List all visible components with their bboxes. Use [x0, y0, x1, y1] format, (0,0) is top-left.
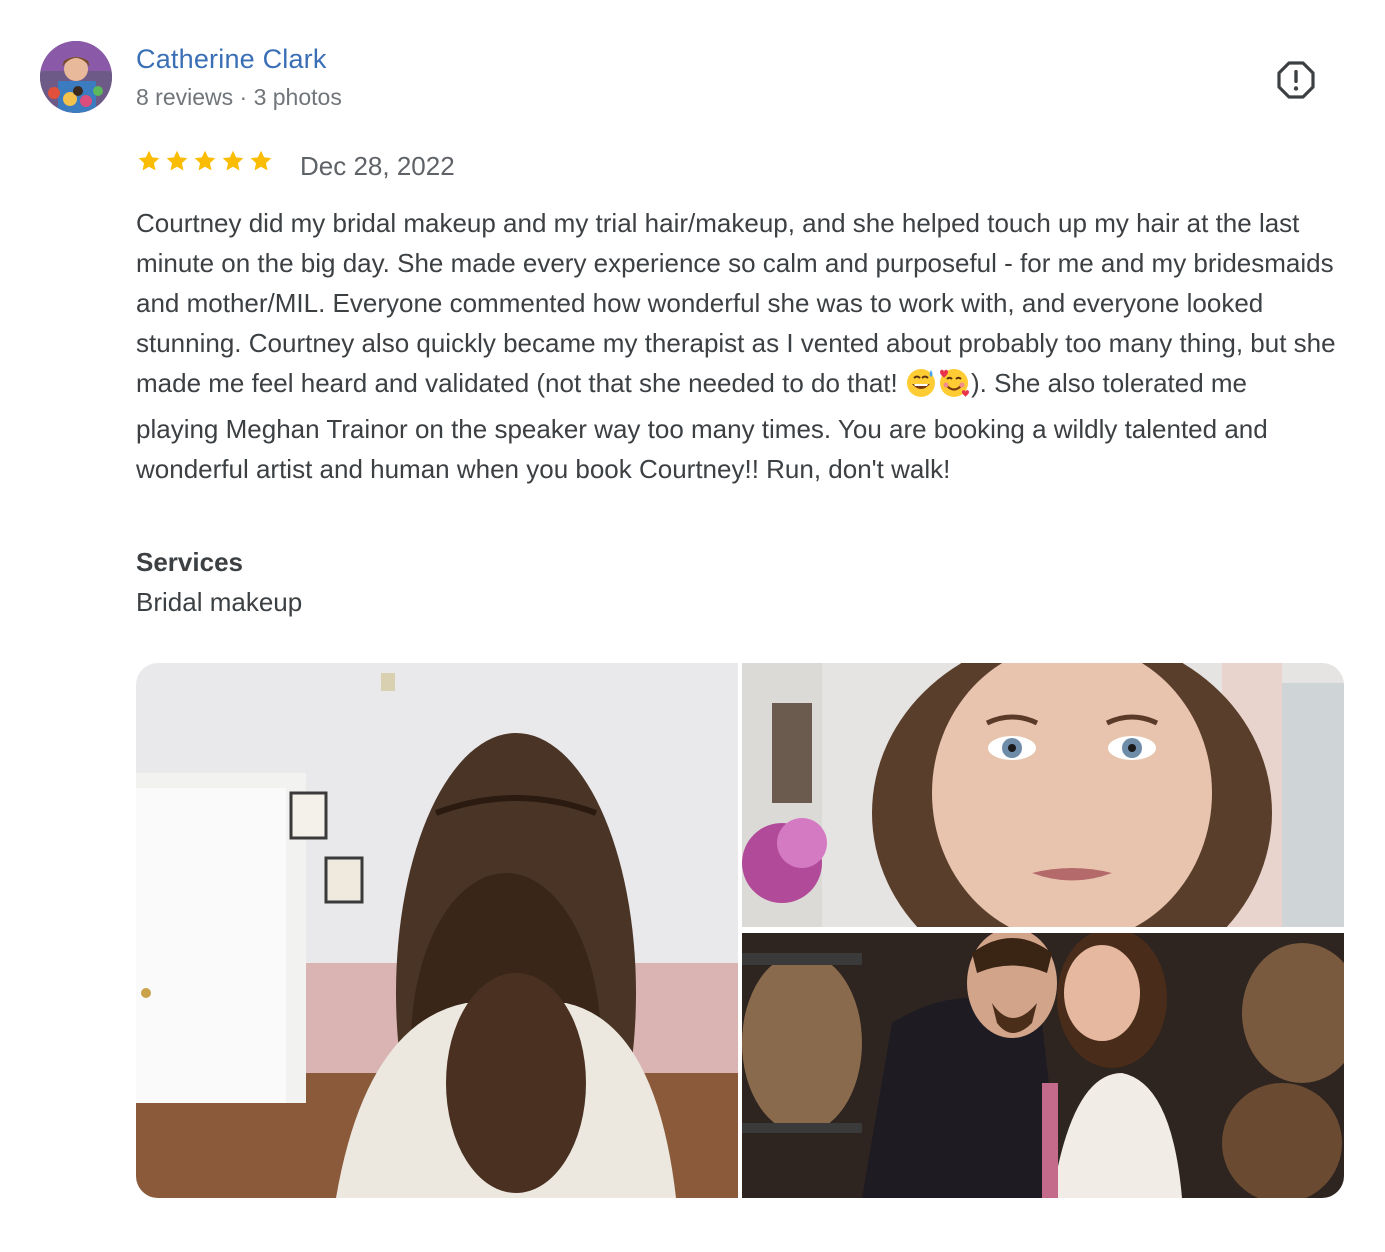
- review-date: Dec 28, 2022: [300, 151, 455, 181]
- report-icon: [1277, 61, 1315, 99]
- user-avatar-photo-icon: [40, 41, 112, 113]
- reviewer-avatar[interactable]: [40, 41, 112, 113]
- photo-wedding-couple-icon: [742, 933, 1344, 1198]
- grinning-face-with-sweat-emoji-icon: [905, 366, 937, 409]
- star-icon: [222, 150, 244, 171]
- star-icon: [166, 150, 188, 171]
- review-photo-1[interactable]: [136, 663, 738, 1198]
- star-icon: [138, 150, 160, 171]
- services-heading: Services: [136, 547, 243, 577]
- star-icon: [250, 150, 272, 171]
- review-photo-2[interactable]: [742, 663, 1344, 927]
- photo-makeup-closeup-icon: [742, 663, 1344, 927]
- smiling-face-with-hearts-emoji-icon: [937, 366, 971, 409]
- review-text: Courtney did my bridal makeup and my tri…: [136, 203, 1336, 489]
- photo-hair-back-view-icon: [136, 663, 738, 1198]
- reviewer-name-link[interactable]: Catherine Clark: [136, 44, 327, 75]
- review-photo-3[interactable]: [742, 933, 1344, 1198]
- report-button[interactable]: [1276, 60, 1316, 100]
- star-icon: [194, 150, 216, 171]
- reviewer-meta: 8 reviews · 3 photos: [136, 84, 342, 110]
- star-rating: [136, 148, 274, 178]
- services-value: Bridal makeup: [136, 587, 303, 617]
- review-photo-grid: [136, 663, 1344, 1198]
